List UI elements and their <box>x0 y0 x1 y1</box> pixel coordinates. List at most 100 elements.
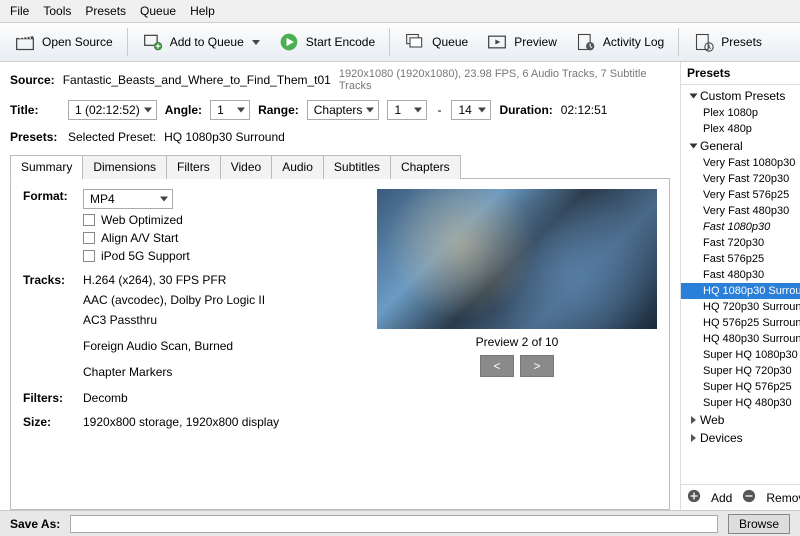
presets-footer: Add Remove <box>681 484 800 510</box>
format-select[interactable]: MP4 <box>83 189 173 209</box>
preview-pane: Preview 2 of 10 < > <box>377 189 657 499</box>
menu-queue[interactable]: Queue <box>140 4 176 18</box>
duration-label: Duration: <box>499 103 552 117</box>
preset-item[interactable]: Fast 1080p30 <box>681 219 800 235</box>
range-to-select[interactable]: 14 <box>451 100 491 120</box>
preset-item[interactable]: Very Fast 720p30 <box>681 171 800 187</box>
selected-preset-prefix: Selected Preset: <box>68 130 156 144</box>
source-row: Source: Fantastic_Beasts_and_Where_to_Fi… <box>10 68 670 92</box>
preview-image <box>377 189 657 329</box>
toolbar: Open Source Add to Queue Start Encode Qu… <box>0 22 800 62</box>
preset-item[interactable]: HQ 480p30 Surround <box>681 331 800 347</box>
toolbar-separator <box>678 28 679 56</box>
activity-log-icon <box>575 32 597 52</box>
preview-caption: Preview 2 of 10 <box>476 335 559 349</box>
source-label: Source: <box>10 73 55 87</box>
preset-item[interactable]: Super HQ 720p30 <box>681 363 800 379</box>
toolbar-separator <box>389 28 390 56</box>
remove-preset-icon[interactable] <box>742 489 756 506</box>
preset-group[interactable]: Custom Presets <box>681 87 800 105</box>
tab-chapters[interactable]: Chapters <box>390 155 461 179</box>
tab-dimensions[interactable]: Dimensions <box>82 155 167 179</box>
preset-item[interactable]: Plex 1080p <box>681 105 800 121</box>
preset-item[interactable]: HQ 576p25 Surround <box>681 315 800 331</box>
preset-item[interactable]: Very Fast 1080p30 <box>681 155 800 171</box>
add-preset-icon[interactable] <box>687 489 701 506</box>
browse-button[interactable]: Browse <box>728 514 790 534</box>
presets-button[interactable]: Presets <box>687 28 768 56</box>
preset-item[interactable]: Fast 720p30 <box>681 235 800 251</box>
preset-item[interactable]: Super HQ 576p25 <box>681 379 800 395</box>
summary-panel: Format: MP4 Web Optimized Align A/V Star… <box>10 179 670 510</box>
add-to-queue-button[interactable]: Add to Queue <box>136 28 266 56</box>
format-label: Format: <box>23 189 83 263</box>
duration-value: 02:12:51 <box>561 103 608 117</box>
preset-item[interactable]: Fast 576p25 <box>681 251 800 267</box>
open-source-button[interactable]: Open Source <box>8 28 119 56</box>
preset-group-label: Custom Presets <box>700 89 785 103</box>
preset-group-label: Devices <box>700 431 743 445</box>
save-as-input[interactable] <box>70 515 718 533</box>
menu-help[interactable]: Help <box>190 4 215 18</box>
ipod-label: iPod 5G Support <box>101 249 190 263</box>
range-label: Range: <box>258 103 299 117</box>
preset-item[interactable]: Fast 480p30 <box>681 267 800 283</box>
title-label: Title: <box>10 103 60 117</box>
tab-filters[interactable]: Filters <box>166 155 221 179</box>
preview-next-button[interactable]: > <box>520 355 554 377</box>
range-from-select[interactable]: 1 <box>387 100 427 120</box>
track-line: AAC (avcodec), Dolby Pro Logic II <box>83 293 367 307</box>
preset-item[interactable]: Super HQ 1080p30 <box>681 347 800 363</box>
preview-icon <box>486 32 508 52</box>
title-row: Title: 1 (02:12:52) Angle: 1 Range: Chap… <box>10 100 670 120</box>
menu-presets[interactable]: Presets <box>85 4 126 18</box>
title-select[interactable]: 1 (02:12:52) <box>68 100 157 120</box>
source-name: Fantastic_Beasts_and_Where_to_Find_Them_… <box>63 73 331 87</box>
track-line: AC3 Passthru <box>83 313 367 327</box>
ipod-checkbox[interactable]: iPod 5G Support <box>83 249 367 263</box>
angle-select[interactable]: 1 <box>210 100 250 120</box>
activity-log-button[interactable]: Activity Log <box>569 28 670 56</box>
preview-prev-button[interactable]: < <box>480 355 514 377</box>
remove-preset-label[interactable]: Remove <box>766 491 800 505</box>
size-value: 1920x800 storage, 1920x800 display <box>83 415 367 429</box>
align-av-checkbox[interactable]: Align A/V Start <box>83 231 367 245</box>
preset-item[interactable]: Super HQ 480p30 <box>681 395 800 411</box>
preset-group[interactable]: Devices <box>681 429 800 447</box>
selected-preset-value: HQ 1080p30 Surround <box>164 130 285 144</box>
range-type-select[interactable]: Chapters <box>307 100 380 120</box>
track-line: Foreign Audio Scan, Burned <box>83 339 367 353</box>
web-optimized-checkbox[interactable]: Web Optimized <box>83 213 367 227</box>
tab-video[interactable]: Video <box>220 155 272 179</box>
preset-item[interactable]: HQ 1080p30 Surround <box>681 283 800 299</box>
chevron-down-icon <box>252 40 260 45</box>
menu-file[interactable]: File <box>10 4 29 18</box>
save-bar: Save As: Browse <box>0 510 800 536</box>
preview-label: Preview <box>514 35 557 49</box>
checkbox-icon <box>83 214 95 226</box>
tab-subtitles[interactable]: Subtitles <box>323 155 391 179</box>
queue-button[interactable]: Queue <box>398 28 474 56</box>
menu-tools[interactable]: Tools <box>43 4 71 18</box>
preset-group[interactable]: Web <box>681 411 800 429</box>
tab-summary[interactable]: Summary <box>10 155 83 179</box>
queue-label: Queue <box>432 35 468 49</box>
start-encode-button[interactable]: Start Encode <box>272 28 381 56</box>
preset-item[interactable]: HQ 720p30 Surround <box>681 299 800 315</box>
preset-item[interactable]: Very Fast 576p25 <box>681 187 800 203</box>
presets-panel-header: Presets <box>681 62 800 85</box>
triangle-down-icon <box>690 94 698 99</box>
preview-button[interactable]: Preview <box>480 28 563 56</box>
tab-audio[interactable]: Audio <box>271 155 324 179</box>
preset-group[interactable]: General <box>681 137 800 155</box>
open-source-label: Open Source <box>42 35 113 49</box>
menu-bar: File Tools Presets Queue Help <box>0 0 800 22</box>
presets-label: Presets <box>721 35 762 49</box>
presets-row-label: Presets: <box>10 130 60 144</box>
preset-item[interactable]: Plex 480p <box>681 121 800 137</box>
angle-label: Angle: <box>165 103 202 117</box>
filters-value: Decomb <box>83 391 367 405</box>
preset-item[interactable]: Very Fast 480p30 <box>681 203 800 219</box>
add-preset-label[interactable]: Add <box>711 491 732 505</box>
queue-icon <box>404 32 426 52</box>
